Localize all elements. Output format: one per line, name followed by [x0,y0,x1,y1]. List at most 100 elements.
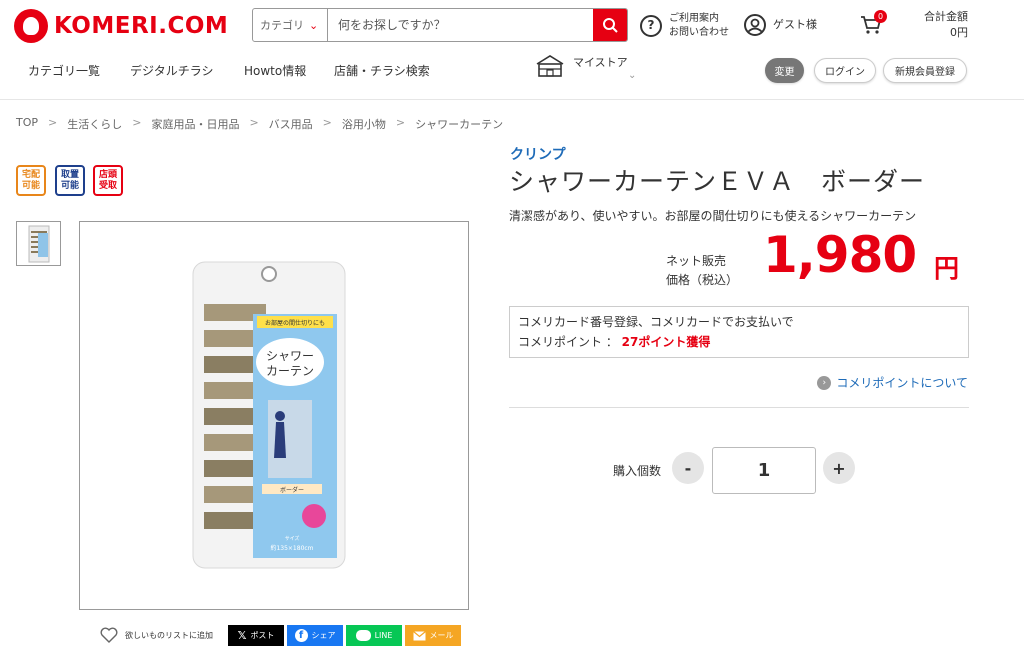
about-points-link[interactable]: › コメリポイントについて [817,374,968,391]
breadcrumb-item[interactable]: 家庭用品・日用品 [151,116,239,132]
points-value: 27ポイント獲得 [621,334,711,349]
register-button[interactable]: 新規会員登録 [883,58,967,83]
store-icon [536,55,564,77]
badge-line2: 可能 [60,180,79,191]
price-label-line1: ネット販売 [666,254,727,268]
search-bar: カテゴリ ⌄ [252,8,628,42]
package-pattern-text: ボーダー [280,486,304,494]
help-line2: お問い合わせ [669,26,729,38]
guest-label: ゲスト様 [773,17,817,31]
nav-store-search[interactable]: 店舗・チラシ検索 [334,62,430,79]
chevron-right-icon: > [322,116,332,129]
nav-category-list[interactable]: カテゴリ一覧 [28,62,100,79]
package-name-line1: シャワー [266,349,314,363]
chevron-right-icon: > [132,116,142,129]
question-icon: ? [640,14,662,37]
x-logo-icon: 𝕏 [237,629,247,642]
cart-total: 合計金額 0円 [924,9,968,41]
package-size-text: 約135×180cm [270,544,313,552]
breadcrumb-item[interactable]: TOP [16,116,38,132]
store-pickup-badge: 店頭 受取 [93,165,123,196]
komeri-logo[interactable]: KOMERI.COM [14,9,228,43]
cart-count-badge: 0 [874,10,887,23]
badge-line1: 店頭 [98,169,117,180]
points-info-box: コメリカード番号登録、コメリカードでお支払いで コメリポイント ： 27ポイント… [509,306,969,358]
quantity-input[interactable] [712,447,816,494]
nav-digital-flyer[interactable]: デジタルチラシ [130,62,214,79]
cart-total-label: 合計金額 [924,10,968,23]
quantity-decrease-button[interactable]: - [672,452,704,484]
chevron-right-icon: > [249,116,259,129]
search-category-select[interactable]: カテゴリ ⌄ [253,9,328,41]
product-main-image[interactable]: お部屋の間仕切りにも シャワー カーテン ボーダー サイズ 約135×180cm [79,221,469,610]
product-title: シャワーカーテンＥＶＡ ボーダー [509,167,926,196]
badge-line1: 宅配 [21,169,40,180]
search-category-label: カテゴリ [260,19,304,32]
help-line1: ご利用案内 [669,13,719,24]
product-thumbnail-image [28,225,49,262]
product-thumbnail[interactable] [16,221,61,266]
chevron-right-icon: > [395,116,406,129]
share-mail-label: メール [429,631,454,640]
guest-account-link[interactable]: ゲスト様 [744,14,817,36]
quantity-increase-button[interactable]: + [823,452,855,484]
product-price: 1,980 [763,226,917,284]
add-to-wishlist-button[interactable]: 欲しいものリストに追加 [100,627,213,643]
cart-button[interactable]: 0 [859,10,887,38]
wishlist-label: 欲しいものリストに追加 [125,630,213,640]
my-store-link[interactable]: マイストア [535,54,628,78]
chevron-down-icon: ⌄ [309,18,319,32]
badge-line1: 取置 [60,169,79,180]
divider [509,407,969,408]
cart-total-value: 0円 [950,25,968,39]
breadcrumb-item[interactable]: 生活くらし [67,116,122,132]
share-facebook-button[interactable]: f シェア [287,625,343,646]
product-description: 清潔感があり、使いやすい。お部屋の間仕切りにも使えるシャワーカーテン [509,209,917,223]
price-unit: 円 [934,254,960,283]
delivery-available-badge: 宅配 可能 [16,165,46,196]
share-line-label: LINE [374,631,393,640]
chevron-right-icon: > [48,116,58,129]
badge-line2: 可能 [21,180,40,191]
search-input[interactable] [328,9,593,41]
badge-line2: 受取 [98,180,117,191]
package-banner-text: お部屋の間仕切りにも [265,319,325,327]
package-name-line2: カーテン [266,364,314,378]
rooster-logo-icon [14,9,48,43]
points-label: コメリポイント ： [518,334,622,349]
chevron-right-icon: › [817,375,832,390]
mail-icon [412,630,426,640]
breadcrumb-item[interactable]: バス用品 [269,116,313,132]
heart-icon [100,627,118,643]
points-line1: コメリカード番号登録、コメリカードでお支払いで [518,315,794,329]
search-button[interactable] [593,9,627,41]
price-label-line2: 価格（税込） [666,273,739,288]
product-brand-link[interactable]: クリンプ [510,144,566,164]
line-icon [355,630,371,641]
package-size-label: サイズ [285,535,300,542]
share-facebook-label: シェア [311,631,336,640]
share-x-button[interactable]: 𝕏 ポスト [228,625,284,646]
share-mail-button[interactable]: メール [405,625,461,646]
my-store-label: マイストア [573,56,628,69]
logo-text: KOMERI.COM [54,13,229,39]
breadcrumb-current: シャワーカーテン [415,118,504,131]
quantity-label: 購入個数 [613,464,662,478]
user-icon [744,14,766,36]
login-button[interactable]: ログイン [814,58,876,83]
share-x-label: ポスト [250,631,275,640]
facebook-icon: f [294,629,308,642]
site-header: KOMERI.COM カテゴリ ⌄ ? ご利用案内 お問い合わせ ゲスト様 0 … [0,0,1024,100]
change-store-button[interactable]: 変更 [765,58,804,83]
chevron-down-icon[interactable]: ⌄ [628,70,636,81]
reserve-available-badge: 取置 可能 [55,165,85,196]
nav-howto[interactable]: Howto情報 [244,62,306,79]
price-label: ネット販売 価格（税込） [666,252,738,290]
shower-curtain-package-image: お部屋の間仕切りにも シャワー カーテン ボーダー サイズ 約135×180cm [192,261,346,569]
share-line-button[interactable]: LINE [346,625,402,646]
search-icon [603,18,618,33]
breadcrumb-item[interactable]: 浴用小物 [342,116,386,132]
breadcrumb: TOP > 生活くらし > 家庭用品・日用品 > バス用品 > 浴用小物 > シャワーカー… [16,116,503,132]
about-points-label: コメリポイントについて [836,376,968,390]
help-link[interactable]: ? ご利用案内 お問い合わせ [640,12,729,39]
